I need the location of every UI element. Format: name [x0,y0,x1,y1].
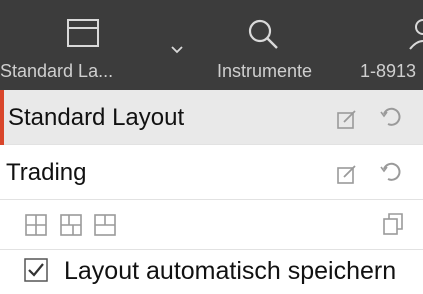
edit-icon[interactable] [336,163,358,185]
top-toolbar: Standard La... Instrumente 1-8913 [0,0,423,90]
selected-accent [0,90,4,145]
instruments-button[interactable]: Instrumente [210,0,330,90]
instruments-label: Instrumente [217,61,313,81]
layout-item-standard[interactable]: Standard Layout [0,90,423,145]
layout-item-label: Trading [6,159,87,186]
layout-item-trading[interactable]: Trading [0,145,423,200]
grid-two-icon[interactable] [93,213,117,237]
chevron-down-icon[interactable] [170,45,184,55]
edit-icon[interactable] [336,108,358,130]
layout-item-label: Standard Layout [8,104,185,131]
grid-four-icon[interactable] [24,213,48,237]
reset-icon[interactable] [378,104,404,130]
account-label: 1-8913 [360,61,417,81]
user-icon [409,19,423,50]
layout-menu: Standard Layout Trading Layout automatis… [0,90,423,294]
account-button[interactable]: 1-8913 [358,0,423,90]
autosave-row[interactable]: Layout automatisch speichern [0,250,423,294]
copy-icon[interactable] [381,211,407,237]
reset-icon[interactable] [378,159,404,185]
layout-selector-label: Standard La... [0,61,114,81]
layout-selector-button[interactable]: Standard La... [0,0,195,90]
search-icon [248,19,278,49]
layout-tools-row [0,200,423,250]
grid-split-icon[interactable] [59,213,83,237]
layout-window-icon [67,19,99,47]
autosave-label: Layout automatisch speichern [64,257,397,285]
autosave-checkbox[interactable] [24,258,48,282]
